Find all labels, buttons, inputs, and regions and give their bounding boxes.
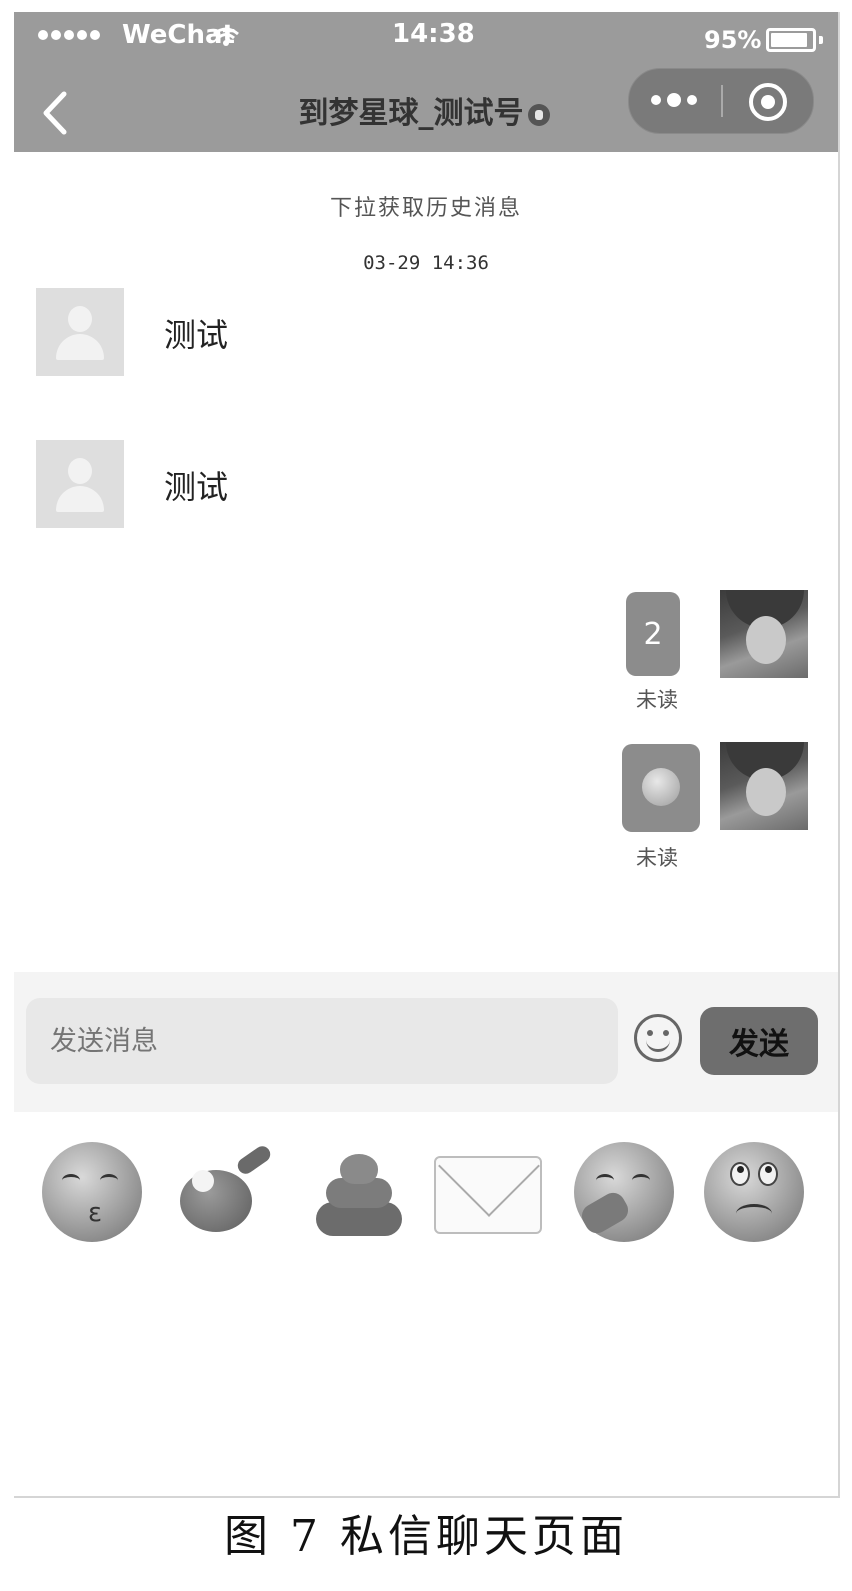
chat-timestamp: 03-29 14:36	[363, 252, 489, 274]
history-hint[interactable]: 下拉获取历史消息	[14, 190, 838, 222]
battery-percent: 95%	[704, 26, 762, 54]
avatar[interactable]	[36, 288, 124, 376]
message-bubble[interactable]	[622, 744, 700, 832]
mini-program-capsule	[628, 68, 814, 134]
unread-status: 未读	[636, 688, 678, 712]
input-bar: 发送	[14, 972, 838, 1112]
target-circle-icon[interactable]	[749, 83, 787, 121]
message-input[interactable]	[26, 998, 618, 1084]
face-with-hand-over-mouth-icon[interactable]	[574, 1142, 674, 1242]
status-time: 14:38	[392, 19, 475, 49]
send-button[interactable]: 发送	[700, 1007, 818, 1075]
face-emoji-icon	[642, 768, 680, 806]
ping-pong-icon[interactable]	[174, 1142, 274, 1242]
status-bar: WeChat 14:38 95%	[14, 12, 838, 62]
avatar[interactable]	[36, 440, 124, 528]
user-photo-avatar[interactable]	[720, 742, 808, 830]
page-title: 到梦星球_测试号	[224, 88, 624, 132]
signal-strength-icon	[38, 30, 100, 40]
poop-icon[interactable]	[308, 1142, 408, 1242]
chevron-left-icon[interactable]	[36, 88, 76, 138]
message-bubble[interactable]: 2	[626, 592, 680, 676]
message-text: 测试	[164, 468, 229, 506]
battery-fill	[771, 33, 807, 47]
battery-icon	[766, 28, 823, 52]
page-title-text: 到梦星球_测试号	[298, 96, 524, 131]
figure-caption: 图 7 私信聊天页面	[224, 1511, 628, 1562]
user-photo-avatar[interactable]	[720, 590, 808, 678]
unread-status: 未读	[636, 846, 678, 870]
message-text: 测试	[164, 316, 229, 354]
phone-screen: WeChat 14:38 95% 到梦星球_测试号 下拉获取历史消息 03-29…	[14, 12, 840, 1498]
top-bar: WeChat 14:38 95% 到梦星球_测试号	[14, 12, 838, 152]
message-text: 2	[643, 616, 663, 652]
wifi-icon	[213, 27, 239, 46]
capsule-divider	[721, 85, 723, 117]
smile-icon[interactable]	[634, 1014, 682, 1062]
kissing-face-icon[interactable]: ε	[42, 1142, 142, 1242]
rolling-eyes-face-icon[interactable]	[704, 1142, 804, 1242]
envelope-icon[interactable]	[434, 1156, 542, 1234]
emoji-panel: ε	[14, 1132, 838, 1262]
avatar-badge-icon	[527, 103, 550, 126]
more-dots-icon[interactable]	[651, 93, 697, 107]
